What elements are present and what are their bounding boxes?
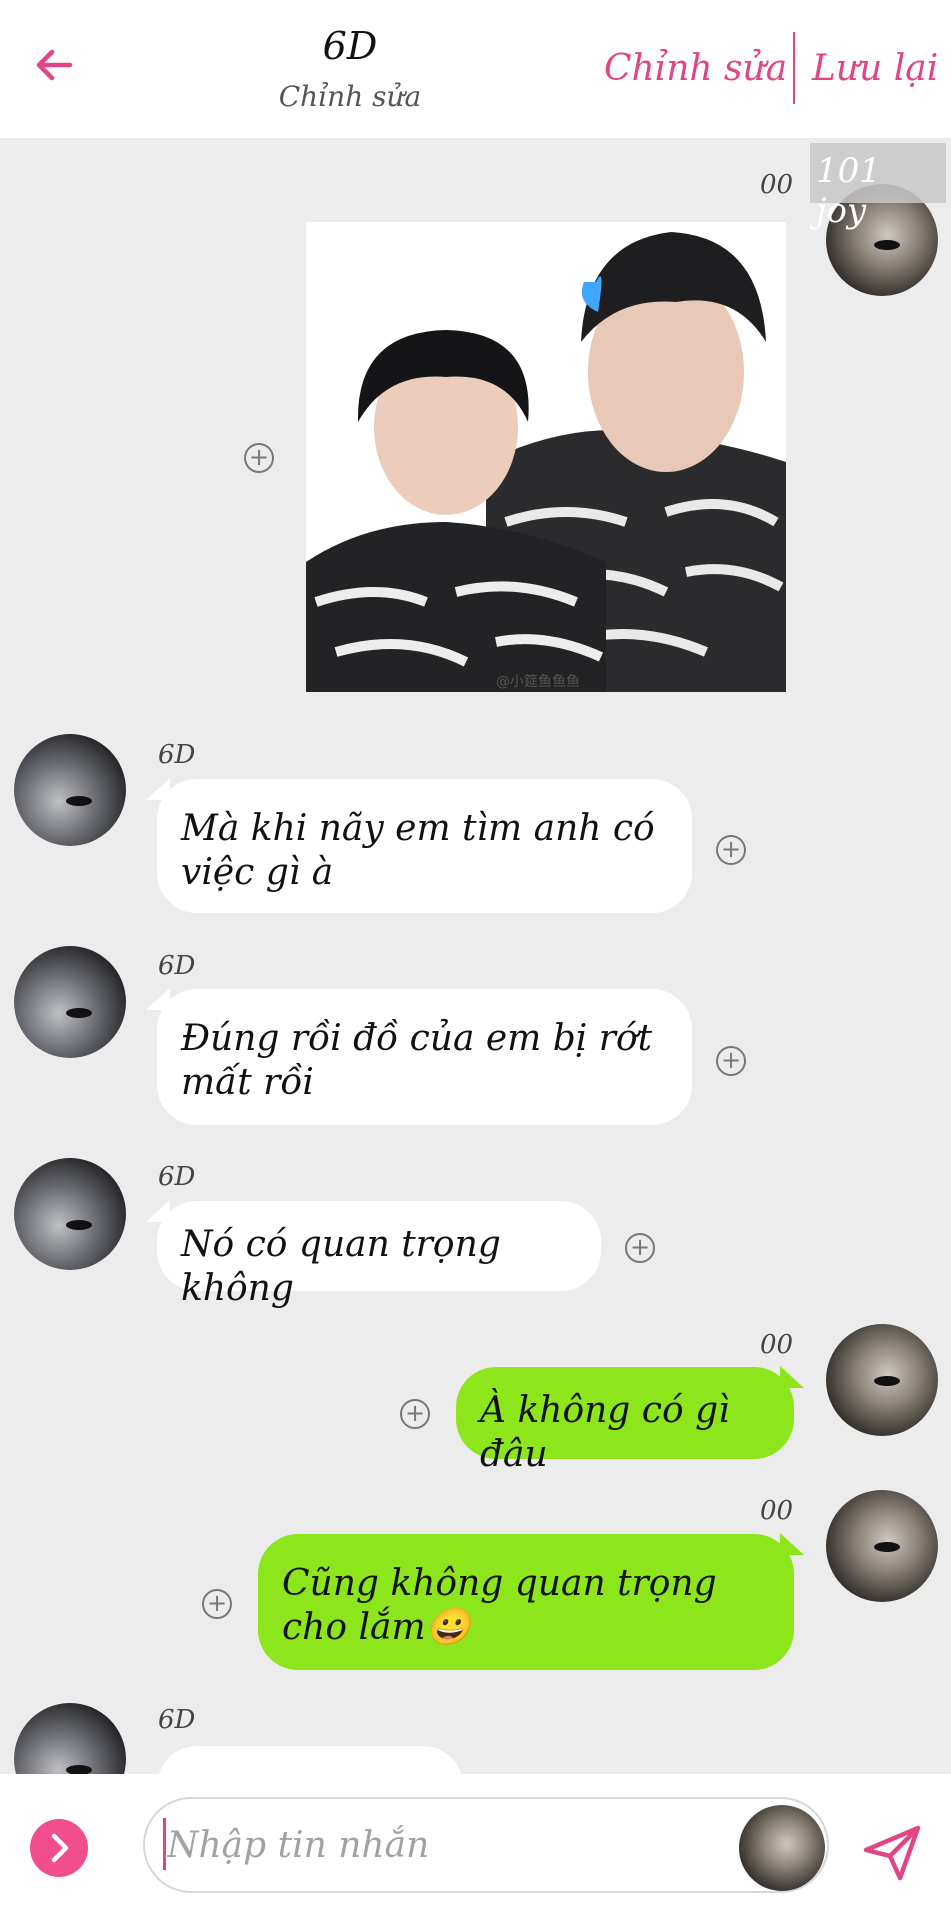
sender-name: 00	[760, 170, 794, 200]
sender-name: 00	[760, 1496, 794, 1526]
chat-area[interactable]: 00 + @小筵鱼鱼鱼 6D Mà khi nãy em tìm anh có …	[0, 138, 951, 1774]
sender-name: 6D	[158, 1162, 196, 1192]
add-reaction-button[interactable]: +	[244, 443, 274, 473]
message-bubble[interactable]: Đúng rồi đồ của em bị rớt mất rồi	[157, 989, 692, 1125]
add-reaction-button[interactable]: +	[202, 1589, 232, 1619]
user-avatar[interactable]	[826, 1324, 938, 1436]
message-image[interactable]: @小筵鱼鱼鱼	[306, 222, 786, 692]
add-reaction-button[interactable]: +	[716, 1046, 746, 1076]
watermark: 101 joy	[810, 143, 946, 231]
contact-avatar[interactable]	[14, 734, 126, 846]
sender-avatar-selector[interactable]	[739, 1805, 825, 1891]
chat-header: 6D Chỉnh sửa Chỉnh sửa Lưu lại	[0, 0, 951, 138]
sender-name: 6D	[158, 1705, 196, 1735]
sender-name: 6D	[158, 951, 196, 981]
sender-name: 6D	[158, 740, 196, 770]
chevron-right-icon	[51, 1833, 69, 1863]
text-caret	[163, 1818, 166, 1870]
chat-title: 6D	[322, 24, 378, 68]
message-bubble[interactable]: Nó có quan trọng không	[157, 1201, 601, 1309]
header-divider	[793, 32, 795, 104]
arrow-left-icon[interactable]	[30, 40, 80, 90]
message-bubble[interactable]	[157, 1746, 463, 1774]
edit-button[interactable]: Chỉnh sửa	[604, 48, 787, 89]
add-reaction-button[interactable]: +	[400, 1399, 430, 1429]
message-input[interactable]	[143, 1797, 829, 1893]
save-button[interactable]: Lưu lại	[812, 48, 938, 89]
user-avatar[interactable]	[826, 1490, 938, 1602]
image-credit: @小筵鱼鱼鱼	[496, 673, 580, 690]
photo-two-people: @小筵鱼鱼鱼	[306, 222, 786, 692]
contact-avatar[interactable]	[14, 1703, 126, 1774]
chat-subtitle: Chỉnh sửa	[278, 80, 422, 113]
add-reaction-button[interactable]: +	[716, 835, 746, 865]
message-bubble[interactable]: À không có gì đâu	[456, 1367, 794, 1475]
contact-avatar[interactable]	[14, 946, 126, 1058]
send-icon[interactable]	[860, 1820, 924, 1884]
add-reaction-button[interactable]: +	[625, 1233, 655, 1263]
message-bubble[interactable]: Cũng không quan trọng cho lắm😀	[258, 1534, 794, 1670]
message-bubble[interactable]: Mà khi nãy em tìm anh có việc gì à	[157, 779, 692, 913]
expand-button[interactable]	[30, 1819, 88, 1877]
sender-name: 00	[760, 1330, 794, 1360]
contact-avatar[interactable]	[14, 1158, 126, 1270]
